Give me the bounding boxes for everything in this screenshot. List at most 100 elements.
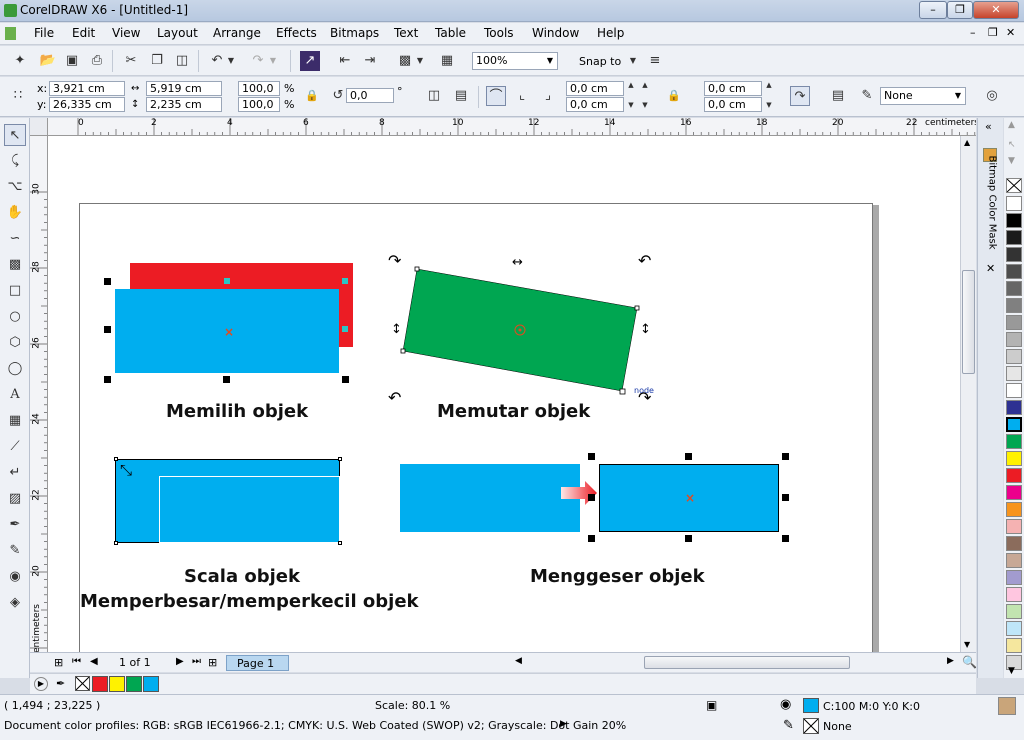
palette-swatch[interactable]: [1006, 485, 1022, 500]
snap-dropdown-icon[interactable]: ▼: [628, 51, 638, 71]
no-color-swatch[interactable]: [1006, 178, 1022, 193]
palette-menu-icon[interactable]: ▼: [1008, 156, 1015, 166]
palette-scroll-down-icon[interactable]: ▼: [1008, 666, 1015, 676]
selection-handle[interactable]: [223, 376, 230, 383]
palette-swatch[interactable]: [1006, 213, 1022, 228]
doc-restore-button[interactable]: ❐: [988, 26, 998, 39]
docker-collapse-icon[interactable]: «: [985, 120, 992, 133]
selection-handle[interactable]: [588, 494, 595, 501]
node-handle[interactable]: [342, 278, 348, 284]
shape-tool-icon[interactable]: ⤹: [4, 150, 26, 172]
menu-help[interactable]: Help: [597, 26, 624, 40]
spin-up-icon[interactable]: ▲: [764, 79, 774, 91]
palette-swatch[interactable]: [1006, 417, 1022, 432]
selection-handle[interactable]: [782, 535, 789, 542]
save-icon[interactable]: ▣: [62, 51, 82, 71]
selection-handle[interactable]: [104, 376, 111, 383]
object-origin-icon[interactable]: ∷: [8, 86, 28, 106]
rotation-angle-field[interactable]: 0,0: [346, 88, 394, 103]
palette-swatch[interactable]: [1006, 536, 1022, 551]
palette-swatch[interactable]: [1006, 587, 1022, 602]
palette-swatch[interactable]: [1006, 366, 1022, 381]
eyedropper-icon[interactable]: ✒: [56, 677, 65, 690]
node-handle[interactable]: [224, 278, 230, 284]
selection-handle[interactable]: [104, 326, 111, 333]
spin-down-icon[interactable]: ▼: [640, 99, 650, 111]
palette-swatch[interactable]: [1006, 502, 1022, 517]
scalloped-corner-icon[interactable]: ⌞: [512, 86, 532, 106]
first-page-icon[interactable]: ⏮: [72, 656, 81, 667]
x-position-field[interactable]: 3,921 cm: [49, 81, 125, 96]
selection-handle[interactable]: [588, 535, 595, 542]
wrap-text-icon[interactable]: ▤: [828, 86, 848, 106]
palette-swatch[interactable]: [1006, 383, 1022, 398]
lock-corners-icon[interactable]: 🔒: [664, 86, 684, 106]
palette-swatch[interactable]: [1006, 349, 1022, 364]
pick-tool-icon[interactable]: ↖: [4, 124, 26, 146]
connector-tool-icon[interactable]: ↵: [4, 462, 26, 484]
fill-tool-icon[interactable]: ◉: [4, 566, 26, 588]
dimension-tool-icon[interactable]: ⟋: [4, 436, 26, 458]
height-field[interactable]: 2,235 cm: [146, 97, 222, 112]
menu-view[interactable]: View: [112, 26, 140, 40]
zoom-navigator-icon[interactable]: 🔍: [962, 655, 977, 669]
palette-swatch[interactable]: [1006, 570, 1022, 585]
rectangle-tool-icon[interactable]: □: [4, 280, 26, 302]
fill-color-swatch[interactable]: [803, 698, 819, 713]
doc-close-button[interactable]: ✕: [1006, 26, 1015, 39]
redo-dropdown-icon[interactable]: ▼: [268, 51, 278, 71]
palette-swatch[interactable]: [1006, 621, 1022, 636]
application-launcher-icon[interactable]: ▦: [437, 51, 457, 71]
table-tool-icon[interactable]: ▦: [4, 410, 26, 432]
undo-icon[interactable]: ↶: [207, 51, 227, 71]
palette-swatch[interactable]: [1006, 196, 1022, 211]
outline-width-select[interactable]: None ▼: [880, 87, 966, 105]
palette-swatch[interactable]: [1006, 519, 1022, 534]
vertical-ruler[interactable]: 30 28 26 24 22 20 centimeters: [30, 136, 48, 652]
skew-handle-icon[interactable]: ↕: [391, 323, 402, 336]
menu-table[interactable]: Table: [435, 26, 466, 40]
selection-handle[interactable]: [782, 453, 789, 460]
snap-icon[interactable]: ▣: [706, 698, 717, 712]
freehand-tool-icon[interactable]: ∽: [4, 228, 26, 250]
polygon-tool-icon[interactable]: ⬡: [4, 332, 26, 354]
menu-tools[interactable]: Tools: [484, 26, 514, 40]
drawing-canvas[interactable]: × Memilih objek ↷ ↶ ↶ ↷ ↔ ↕ ↕ node Memut…: [48, 136, 960, 652]
vertical-scroll-thumb[interactable]: [962, 270, 975, 374]
interactive-fill-tool-icon[interactable]: ◈: [4, 592, 26, 614]
profiles-arrow-icon[interactable]: ▶: [560, 719, 567, 729]
palette-swatch[interactable]: [1006, 264, 1022, 279]
palette-swatch[interactable]: [1006, 247, 1022, 262]
width-field[interactable]: 5,919 cm: [146, 81, 222, 96]
paste-icon[interactable]: ◫: [172, 51, 192, 71]
spin-up-icon[interactable]: ▲: [640, 79, 650, 91]
chamfered-corner-icon[interactable]: ⌟: [538, 86, 558, 106]
rotate-handle-icon[interactable]: ↷: [388, 253, 401, 269]
minimize-button[interactable]: –: [919, 1, 947, 19]
outline-tool-icon[interactable]: ✎: [4, 540, 26, 562]
add-page-after-icon[interactable]: ⊞: [208, 656, 217, 669]
no-color-swatch[interactable]: [75, 676, 90, 691]
user-avatar[interactable]: [998, 697, 1016, 715]
selection-handle[interactable]: [588, 453, 595, 460]
relative-corner-scaling-icon[interactable]: ↷: [790, 86, 810, 106]
palette-swatch[interactable]: [1006, 638, 1022, 653]
docker-close-icon[interactable]: ✕: [986, 262, 995, 275]
scroll-right-icon[interactable]: ▶: [947, 656, 954, 666]
spin-up-icon[interactable]: ▲: [626, 79, 636, 91]
palette-swatch[interactable]: [1006, 332, 1022, 347]
smart-fill-tool-icon[interactable]: ▩: [4, 254, 26, 276]
skew-handle-icon[interactable]: ↔: [512, 256, 523, 269]
palette-swatch[interactable]: [1006, 400, 1022, 415]
corner-node[interactable]: [114, 457, 118, 461]
ellipse-tool-icon[interactable]: ○: [4, 306, 26, 328]
selection-handle[interactable]: [782, 494, 789, 501]
menu-window[interactable]: Window: [532, 26, 579, 40]
new-document-icon[interactable]: ✦: [10, 51, 30, 71]
zoom-level-select[interactable]: 100% ▼: [472, 52, 558, 70]
docker-tab-label[interactable]: Bitmap Color Mask: [987, 156, 998, 256]
round-corner-icon[interactable]: ⌒: [486, 86, 506, 106]
menu-arrange[interactable]: Arrange: [213, 26, 261, 40]
menu-text[interactable]: Text: [394, 26, 418, 40]
selection-handle[interactable]: [342, 376, 349, 383]
